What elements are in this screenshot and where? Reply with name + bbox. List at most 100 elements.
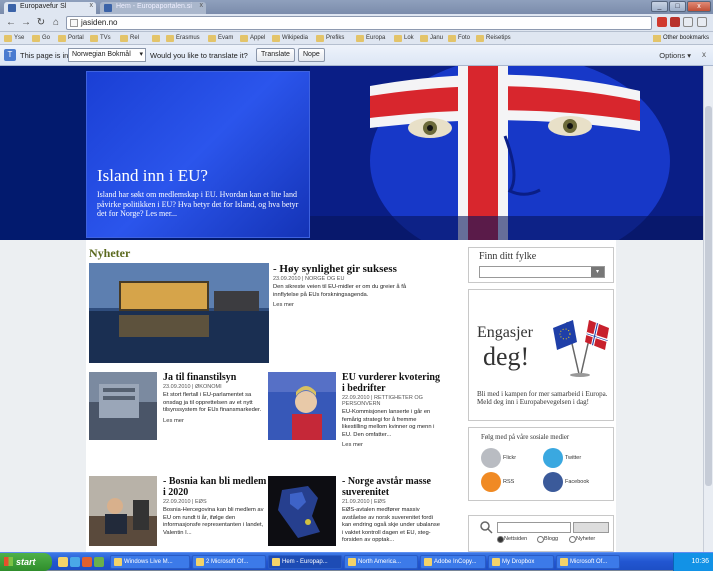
app-icon — [424, 558, 432, 566]
bookmark-icon — [152, 35, 160, 42]
article-title[interactable]: - Høy synlighet gir suksess — [273, 263, 433, 275]
nope-button[interactable]: Nope — [298, 48, 325, 62]
app-icon — [272, 558, 280, 566]
bookmark-item[interactable]: Go — [32, 33, 50, 44]
back-button[interactable]: ← — [4, 16, 18, 30]
article-meta: 22.09.2010 | EØS — [163, 499, 207, 505]
engage-box[interactable]: Engasjer deg! Bli med i kampen for mer s… — [468, 289, 614, 421]
bookmark-item[interactable] — [152, 33, 162, 44]
bookmark-item[interactable]: Europa — [356, 33, 385, 44]
featured-article-image[interactable] — [89, 263, 269, 363]
bookmark-icon — [90, 35, 98, 42]
bookmark-item[interactable]: Janu — [420, 33, 443, 44]
featured-article: - Høy synlighet gir suksess 23.09.2010 |… — [273, 263, 433, 308]
bookmark-item[interactable]: Erasmus — [166, 33, 200, 44]
taskbar-item[interactable]: 2 Microsoft Of... — [192, 555, 266, 569]
social-label[interactable]: Facebook — [565, 479, 589, 485]
tab-europavefur[interactable]: Europavefur Sl x — [4, 2, 96, 14]
reload-button[interactable]: ↻ — [34, 16, 48, 30]
vertical-scrollbar[interactable] — [703, 66, 713, 552]
facebook-icon[interactable] — [543, 472, 563, 492]
options-menu[interactable]: Options ▾ — [659, 51, 691, 60]
read-more-link[interactable]: Les mer — [342, 442, 442, 448]
radio-blog[interactable]: Blogg — [537, 536, 558, 543]
bookmark-icon — [166, 35, 174, 42]
bookmark-item[interactable]: Reisetips — [476, 33, 511, 44]
page-favicon-icon — [8, 4, 16, 12]
bookmark-icon — [208, 35, 216, 42]
bookmark-item[interactable]: Foto — [448, 33, 470, 44]
translate-icon: T — [4, 49, 16, 61]
bookmark-item[interactable]: Lok — [394, 33, 414, 44]
rss-icon[interactable] — [481, 472, 501, 492]
article-title[interactable]: - Norge avstår masse suverenitet — [342, 476, 442, 498]
social-label[interactable]: Twitter — [565, 455, 581, 461]
bookmark-icon — [448, 35, 456, 42]
address-text: jasiden.no — [81, 18, 118, 27]
bookmark-item[interactable]: Evam — [208, 33, 233, 44]
social-label[interactable]: RSS — [503, 479, 514, 485]
read-more-link[interactable]: Les mer — [163, 418, 271, 424]
extension-icon[interactable] — [657, 17, 667, 27]
bookmark-icon — [32, 35, 40, 42]
bookmark-item[interactable]: Wikipedia — [272, 33, 308, 44]
home-button[interactable]: ⌂ — [49, 16, 63, 30]
article-image-quota[interactable] — [268, 372, 336, 440]
iceland-flag-face-image — [310, 66, 703, 240]
bookmark-item[interactable]: Rel — [120, 33, 139, 44]
county-select[interactable]: ▾ — [479, 266, 605, 278]
forward-button[interactable]: → — [19, 16, 33, 30]
article-quota: EU vurderer kvotering i bedrifter 22.09.… — [342, 372, 442, 448]
chevron-down-icon: ▾ — [591, 267, 604, 277]
article-image-bosnia[interactable] — [89, 476, 157, 546]
quicklaunch-icon[interactable] — [58, 557, 68, 567]
other-bookmarks[interactable]: Other bookmarks — [652, 33, 709, 44]
start-button[interactable]: start — [0, 553, 52, 571]
taskbar-item[interactable]: Adobe InCopy... — [420, 555, 486, 569]
web-page: Island inn i EU? Island har søkt om medl… — [0, 66, 703, 552]
taskbar-item[interactable]: My Dropbox — [488, 555, 554, 569]
radio-news[interactable]: Nyheter — [569, 536, 595, 543]
close-icon[interactable]: x — [702, 50, 706, 59]
article-image-finance[interactable] — [89, 372, 157, 440]
tab-europaportalen[interactable]: Hem - Europaportalen.si x — [100, 2, 206, 14]
article-title[interactable]: Ja til finanstilsyn — [163, 372, 271, 383]
bookmark-item[interactable]: Prefiks — [316, 33, 344, 44]
article-image-sovereignty[interactable] — [268, 476, 336, 546]
social-label[interactable]: Flickr — [503, 455, 516, 461]
tab-close-icon[interactable]: x — [90, 2, 94, 9]
maximize-button[interactable]: □ — [669, 1, 686, 12]
quicklaunch-icon[interactable] — [70, 557, 80, 567]
search-input[interactable] — [497, 522, 571, 533]
extension-icon[interactable] — [670, 17, 680, 27]
hero-link-panel[interactable]: Island inn i EU? Island har søkt om medl… — [86, 71, 310, 238]
tab-close-icon[interactable]: x — [200, 2, 204, 9]
read-more-link[interactable]: Les mer — [273, 302, 433, 308]
quicklaunch-icon[interactable] — [82, 557, 92, 567]
article-title[interactable]: EU vurderer kvotering i bedrifter — [342, 372, 442, 394]
bookmark-item[interactable]: TVs — [90, 33, 111, 44]
language-select[interactable]: Norwegian Bokmål ▾ — [68, 48, 146, 62]
flickr-icon[interactable] — [481, 448, 501, 468]
page-menu-icon[interactable] — [683, 17, 693, 27]
article-title[interactable]: - Bosnia kan bli medlem i 2020 — [163, 476, 271, 498]
bookmark-item[interactable]: Portal — [58, 33, 84, 44]
taskbar-item[interactable]: North America... — [344, 555, 418, 569]
search-button[interactable] — [573, 522, 609, 533]
taskbar-item[interactable]: Microsoft Of... — [556, 555, 620, 569]
scrollbar-thumb[interactable] — [705, 106, 712, 486]
minimize-button[interactable]: _ — [651, 1, 668, 12]
close-window-button[interactable]: x — [687, 1, 711, 12]
twitter-icon[interactable] — [543, 448, 563, 468]
address-bar[interactable]: jasiden.no — [66, 16, 652, 30]
wrench-menu-icon[interactable] — [697, 17, 707, 27]
translate-button[interactable]: Translate — [256, 48, 295, 62]
radio-site[interactable]: Nettsiden — [497, 536, 527, 543]
bookmark-item[interactable]: Appel — [240, 33, 265, 44]
translate-prefix: This page is in — [20, 51, 69, 60]
quicklaunch-icon[interactable] — [94, 557, 104, 567]
taskbar-item[interactable]: Hem - Europap... — [268, 555, 342, 569]
taskbar-item[interactable]: Windows Live M... — [110, 555, 190, 569]
system-tray-clock[interactable]: 10:36 — [673, 553, 713, 571]
bookmark-item[interactable]: Yse — [4, 33, 24, 44]
